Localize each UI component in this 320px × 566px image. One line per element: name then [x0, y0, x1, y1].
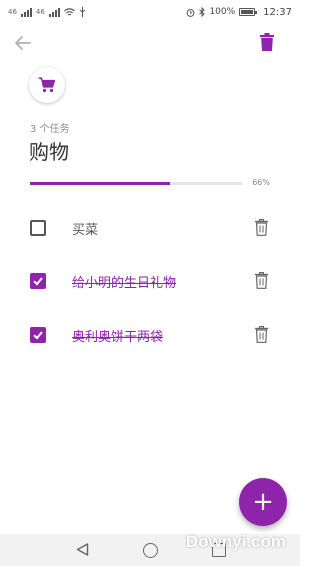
arrow-left-icon: [15, 36, 31, 50]
check-icon: [33, 277, 43, 286]
bluetooth-icon: [199, 7, 206, 17]
progress-label: 66%: [252, 178, 270, 187]
trash-outline-icon: [255, 272, 268, 289]
task-label: 给小明的生日礼物: [72, 276, 177, 291]
alarm-icon: [187, 8, 195, 17]
trash-icon: [260, 33, 274, 51]
signal-label-2: 46: [35, 8, 45, 16]
trash-outline-icon: [255, 219, 268, 236]
check-icon: [33, 331, 43, 340]
page-title: 购物: [29, 140, 69, 164]
delete-list-button[interactable]: [260, 33, 274, 51]
status-right: 100% 12:37: [186, 7, 292, 18]
signal-label-1: 46: [8, 8, 17, 16]
nav-back-icon[interactable]: [76, 543, 89, 556]
clock: 12:37: [263, 6, 292, 18]
task-label: 奥利奥饼干两袋: [72, 330, 164, 345]
shopping-cart-icon: [38, 77, 56, 93]
task-row[interactable]: 奥利奥饼干两袋: [0, 313, 300, 357]
status-left: 46 46: [8, 7, 86, 17]
add-task-button[interactable]: +: [239, 478, 287, 526]
trash-outline-icon: [255, 326, 268, 343]
signal-bars-icon: [48, 7, 60, 17]
task-row[interactable]: 买菜: [0, 206, 300, 250]
battery-percent: 100%: [209, 7, 236, 17]
task-row[interactable]: 给小明的生日礼物: [0, 259, 300, 303]
progress-bar: [30, 182, 242, 185]
delete-task-button[interactable]: [255, 272, 268, 289]
task-label: 买菜: [72, 223, 99, 238]
task-checkbox[interactable]: [30, 327, 46, 343]
category-icon-badge: [29, 67, 65, 103]
signal-bars-icon: [20, 7, 32, 17]
battery-icon: [239, 8, 258, 16]
task-checkbox[interactable]: [30, 273, 46, 289]
delete-task-button[interactable]: [255, 326, 268, 343]
task-count: 3 个任务: [30, 124, 70, 135]
watermark: Downyi.com: [185, 532, 286, 551]
status-bar: 46 46 100% 12:37: [0, 0, 300, 24]
plus-icon: +: [252, 487, 274, 517]
progress-fill: [30, 182, 170, 185]
delete-task-button[interactable]: [255, 219, 268, 236]
usb-icon: [79, 7, 86, 17]
back-button[interactable]: [12, 32, 34, 54]
nav-home-icon[interactable]: [143, 543, 158, 558]
wifi-icon: [63, 7, 75, 15]
task-checkbox[interactable]: [30, 220, 46, 236]
